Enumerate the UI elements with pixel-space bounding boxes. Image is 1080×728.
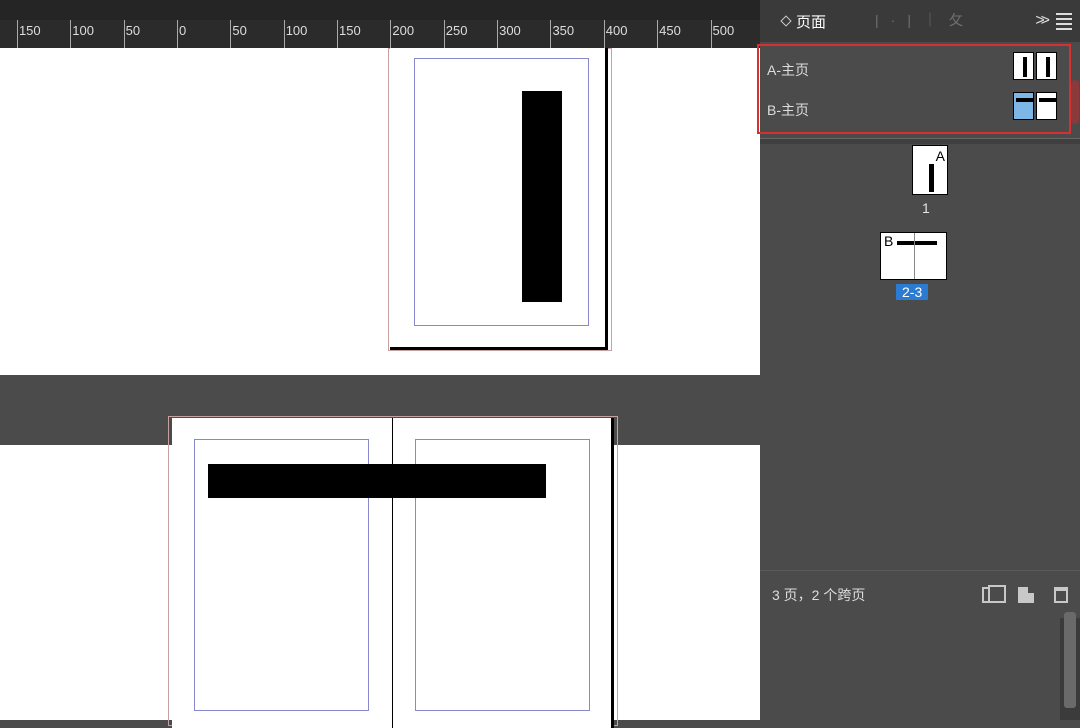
edit-page-size-icon[interactable] <box>982 587 998 603</box>
dimmed-tab-controls: |·|｜攵 <box>875 10 963 30</box>
pages-panel: A-主页 B-主页 A 1 B 2-3 <box>760 42 1080 618</box>
masters-pages-separator[interactable] <box>760 138 1080 144</box>
ruler-label: 450 <box>659 23 681 38</box>
ruler-tick <box>337 20 338 48</box>
master-a-label: A-主页 <box>767 60 809 80</box>
master-a-thumbs <box>1013 52 1057 80</box>
pages-panel-tab[interactable]: 页面 <box>772 5 836 38</box>
new-page-icon[interactable] <box>1018 587 1034 603</box>
ruler-tick <box>230 20 231 48</box>
ruler-tick <box>17 20 18 48</box>
spread-black-rectangle[interactable] <box>208 464 546 498</box>
panel-right-controls: >> <box>1035 0 1072 42</box>
panel-menu-icon[interactable] <box>1056 13 1072 30</box>
delete-page-icon[interactable] <box>1054 587 1068 603</box>
master-b-thumbs <box>1013 92 1057 120</box>
ruler-tick <box>70 20 71 48</box>
spread-thumb-content <box>897 241 937 245</box>
page-1-master-letter: A <box>936 148 945 164</box>
ruler-label: 200 <box>392 23 414 38</box>
ruler-tick <box>550 20 551 48</box>
ruler-tick <box>390 20 391 48</box>
masters-scrollbar[interactable] <box>1071 80 1079 124</box>
spread-2-3[interactable] <box>172 418 614 728</box>
ruler-label: 300 <box>499 23 521 38</box>
master-b-thumb-right[interactable] <box>1036 92 1057 120</box>
pages-status-text: 3 页，2 个跨页 <box>772 585 865 605</box>
master-page-b[interactable]: B-主页 <box>759 90 1069 130</box>
ruler-tick <box>444 20 445 48</box>
ruler-label: 150 <box>339 23 361 38</box>
spread-thumb-spine <box>914 233 915 279</box>
ruler-tick <box>711 20 712 48</box>
ruler-label: 500 <box>713 23 735 38</box>
ruler-label: 350 <box>552 23 574 38</box>
page-thumb-2-3[interactable]: B <box>880 232 947 280</box>
page-thumb-1[interactable]: A <box>912 145 948 195</box>
page-1-thumb-content <box>929 164 934 192</box>
footer-icons <box>982 587 1068 603</box>
page-1[interactable] <box>390 48 608 350</box>
master-b-thumb-left[interactable] <box>1013 92 1034 120</box>
ruler-tick <box>657 20 658 48</box>
ruler-label: 50 <box>232 23 246 38</box>
masters-region-highlight: A-主页 B-主页 <box>757 44 1071 134</box>
app-scrollbar[interactable] <box>1064 612 1076 708</box>
document-canvas[interactable] <box>0 48 760 720</box>
ruler-tick <box>497 20 498 48</box>
pages-panel-footer: 3 页，2 个跨页 <box>760 570 1080 618</box>
diamond-icon <box>780 15 791 26</box>
master-a-thumb-left[interactable] <box>1013 52 1034 80</box>
page-2-3-label[interactable]: 2-3 <box>896 284 928 300</box>
page-1-label[interactable]: 1 <box>922 200 930 216</box>
page-2-master-letter: B <box>884 233 893 249</box>
ruler-label: 50 <box>126 23 140 38</box>
ruler-label: 250 <box>446 23 468 38</box>
ruler-tick <box>177 20 178 48</box>
pages-panel-tab-label: 页面 <box>796 11 826 32</box>
ruler-tick <box>124 20 125 48</box>
collapse-panels-icon[interactable]: >> <box>1035 12 1046 30</box>
horizontal-ruler[interactable]: 1501005005010015020025030035040045050055… <box>0 0 760 48</box>
ruler-tick <box>284 20 285 48</box>
master-b-label: B-主页 <box>767 100 809 120</box>
ruler-label: 400 <box>606 23 628 38</box>
ruler-label: 150 <box>19 23 41 38</box>
ruler-label: 100 <box>286 23 308 38</box>
page-1-black-rectangle[interactable] <box>522 91 562 302</box>
ruler-label: 0 <box>179 23 186 38</box>
ruler-label: 100 <box>72 23 94 38</box>
master-page-a[interactable]: A-主页 <box>759 50 1069 90</box>
master-a-thumb-right[interactable] <box>1036 52 1057 80</box>
ruler-tick <box>604 20 605 48</box>
